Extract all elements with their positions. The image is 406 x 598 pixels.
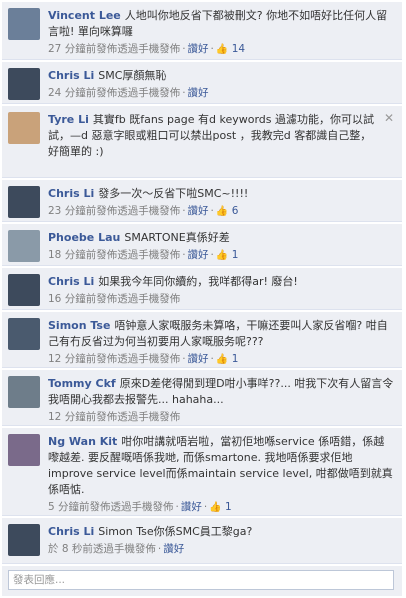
comment-text: SMARTONE真係好差 [124, 231, 230, 244]
like-link[interactable]: 讚好 [188, 87, 209, 99]
close-icon[interactable]: ✕ [384, 111, 394, 125]
comment-meta: 18 分鐘前發佈透過手機發佈 · 讚好 · 👍 1 [48, 249, 239, 261]
comment-time: 5 分鐘前發佈透過手機發佈 [48, 501, 174, 513]
comment-author[interactable]: Tommy Ckf [48, 377, 116, 390]
avatar[interactable] [8, 376, 40, 408]
like-count[interactable]: 1 [225, 501, 232, 513]
comment-time: 27 分鐘前發佈透過手機發佈 [48, 43, 181, 55]
comment-meta: 於 8 秒前透過手機發佈 · 讚好 [48, 543, 185, 555]
comment-time: 12 分鐘前發佈透過手機發佈 [48, 353, 181, 365]
comment-item: Chris Li SMC厚顏無恥 24 分鐘前發佈透過手機發佈 · 讚好 [2, 62, 402, 104]
comment-author[interactable]: Vincent Lee [48, 9, 121, 22]
comment-time: 於 8 秒前透過手機發佈 [48, 543, 156, 555]
thumbs-up-icon: 👍 [215, 44, 229, 55]
comment-author[interactable]: Simon Tse [48, 319, 110, 332]
comment-text: 發多一次～反省下啦SMC~!!!! [98, 187, 249, 200]
comment-item: Chris Li Simon Tse你係SMC員工黎ga? 於 8 秒前透過手機發… [2, 518, 402, 564]
comment-author[interactable]: Chris Li [48, 275, 94, 288]
comment-time: 23 分鐘前發佈透過手機發佈 [48, 205, 181, 217]
comment-time: 12 分鐘前發佈透過手機發佈 [48, 411, 181, 423]
comment-item: Simon Tse 唔钟意人家嘅服务未算咯，干嘛还要叫人家反省嗰? 咁自己有冇反省… [2, 312, 402, 368]
like-count[interactable]: 14 [232, 43, 245, 55]
comment-author[interactable]: Chris Li [48, 187, 94, 200]
comment-meta: 16 分鐘前發佈透過手機發佈 [48, 291, 394, 307]
comment-feed: Vincent Lee 人地叫你地反省下都被刪文? 你地不如唔好比任何人留言啦! … [0, 0, 406, 598]
comment-text: SMC厚顏無恥 [98, 69, 167, 82]
comment-item: Tommy Ckf 原來D差佬得閒到理D咁小事咩??... 咁我下次有人留言令我唔… [2, 370, 402, 426]
avatar[interactable] [8, 68, 40, 100]
avatar[interactable] [8, 186, 40, 218]
avatar[interactable] [8, 318, 40, 350]
reply-input[interactable] [8, 570, 394, 590]
like-link[interactable]: 讚好 [188, 249, 209, 261]
comment-item: Chris Li 發多一次～反省下啦SMC~!!!! 23 分鐘前發佈透過手機發佈… [2, 180, 402, 222]
avatar[interactable] [8, 8, 40, 40]
comment-author[interactable]: Chris Li [48, 69, 94, 82]
comment-meta: 27 分鐘前發佈透過手機發佈 · 讚好 · 👍 14 [48, 43, 246, 55]
avatar[interactable] [8, 112, 40, 144]
reply-box [2, 566, 402, 596]
like-link[interactable]: 讚好 [188, 205, 209, 217]
like-link[interactable]: 讚好 [188, 43, 209, 55]
like-count[interactable]: 1 [232, 353, 239, 365]
comment-meta: 24 分鐘前發佈透過手機發佈 · 讚好 [48, 87, 209, 99]
comment-item: Vincent Lee 人地叫你地反省下都被刪文? 你地不如唔好比任何人留言啦! … [2, 2, 402, 60]
comment-meta: 12 分鐘前發佈透過手機發佈 · 讚好 · 👍 1 [48, 353, 239, 365]
thumbs-up-icon: 👍 [215, 354, 229, 365]
comment-meta: 5 分鐘前發佈透過手機發佈 · 讚好 · 👍 1 [48, 501, 232, 513]
comment-text: 如果我今年同你續約，我咩都得ar! 廢台! [98, 275, 298, 288]
comment-item: Ng Wan Kit 咁你咁講就唔岩啦，當初佢地喺service 係唔錯，係越嚟越… [2, 428, 402, 516]
avatar[interactable] [8, 524, 40, 556]
like-count[interactable]: 1 [232, 249, 239, 261]
comment-item: Tyre Li 其實fb 既fans page 有d keywords 過濾功能，… [2, 106, 402, 178]
comment-author[interactable]: Tyre Li [48, 113, 89, 126]
comment-author[interactable]: Phoebe Lau [48, 231, 120, 244]
thumbs-up-icon: 👍 [215, 250, 229, 261]
comment-time: 18 分鐘前發佈透過手機發佈 [48, 249, 181, 261]
like-link[interactable]: 讚好 [188, 353, 209, 365]
like-link[interactable]: 讚好 [181, 501, 202, 513]
comment-time: 24 分鐘前發佈透過手機發佈 [48, 87, 181, 99]
comment-item: Chris Li 如果我今年同你續約，我咩都得ar! 廢台! 16 分鐘前發佈透過… [2, 268, 402, 310]
comment-item: Phoebe Lau SMARTONE真係好差 18 分鐘前發佈透過手機發佈 · 讚好… [2, 224, 402, 266]
avatar[interactable] [8, 434, 40, 466]
thumbs-up-icon: 👍 [215, 206, 229, 217]
comment-meta: 12 分鐘前發佈透過手機發佈 [48, 409, 394, 425]
avatar[interactable] [8, 230, 40, 262]
comment-text: Simon Tse你係SMC員工黎ga? [98, 525, 253, 538]
avatar[interactable] [8, 274, 40, 306]
like-count[interactable]: 6 [232, 205, 239, 217]
comment-author[interactable]: Chris Li [48, 525, 94, 538]
comment-meta: 23 分鐘前發佈透過手機發佈 · 讚好 · 👍 6 [48, 205, 239, 217]
comment-text: 其實fb 既fans page 有d keywords 過濾功能，你可以試試，—… [48, 113, 375, 158]
thumbs-up-icon: 👍 [209, 502, 222, 513]
comment-author[interactable]: Ng Wan Kit [48, 435, 117, 448]
like-link[interactable]: 讚好 [163, 543, 184, 555]
comment-time: 16 分鐘前發佈透過手機發佈 [48, 293, 181, 305]
